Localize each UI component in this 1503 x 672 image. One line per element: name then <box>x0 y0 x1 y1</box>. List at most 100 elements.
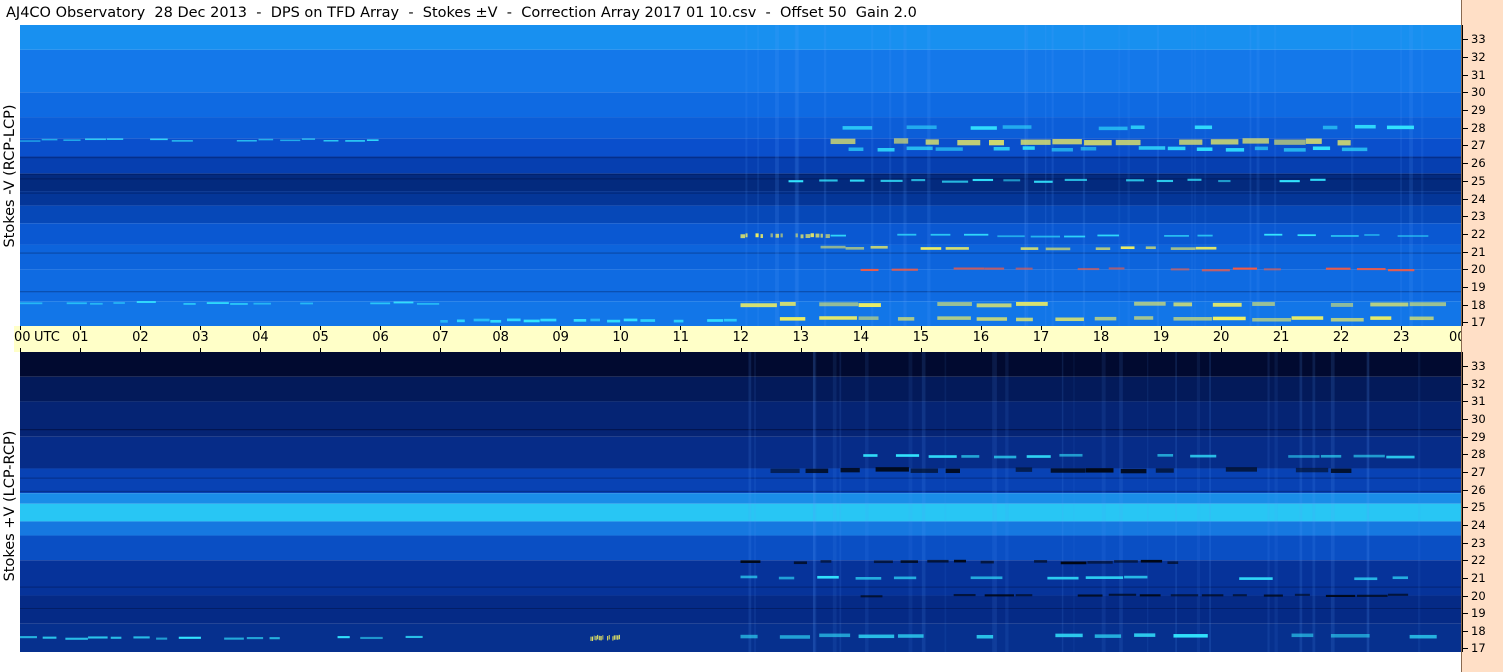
top-emission-12 <box>66 302 87 305</box>
top-emission-0 <box>906 125 937 129</box>
bottom-interference-line <box>20 586 1461 588</box>
top-emission-9 <box>540 318 557 322</box>
top-streak <box>1025 25 1029 326</box>
top-emission-8 <box>1330 302 1354 307</box>
bottom-freq-label: 18 <box>1471 623 1486 638</box>
top-emission-9 <box>707 319 724 322</box>
time-label: 22 <box>1332 330 1350 345</box>
time-label: 03 <box>192 330 209 345</box>
top-emission-1 <box>1305 138 1322 144</box>
time-tick <box>320 326 322 330</box>
top-streak <box>1194 25 1196 326</box>
top-emission-1 <box>1274 139 1306 145</box>
bottom-emission-5 <box>110 636 122 639</box>
top-freq-label: 31 <box>1471 67 1486 82</box>
top-emission-1 <box>1210 139 1239 145</box>
top-streak <box>745 25 748 326</box>
bottom-emission-5 <box>269 637 280 640</box>
top-emission-8 <box>1409 302 1447 307</box>
time-tick <box>80 326 82 330</box>
top-emission-5 <box>997 235 1025 238</box>
bottom-streak <box>1312 352 1316 652</box>
bottom-emission-3 <box>817 575 839 579</box>
time-label: 20 <box>1212 330 1230 345</box>
bottom-emission-3 <box>1047 576 1079 580</box>
bottom-emission-2 <box>953 559 966 563</box>
top-emission-10 <box>1094 316 1117 321</box>
top-emission-5 <box>1264 233 1283 236</box>
bottom-freq-label: 17 <box>1471 641 1486 656</box>
top-freq-label: 17 <box>1471 315 1486 330</box>
bottom-freq-label: 30 <box>1471 412 1486 427</box>
bottom-emission-5 <box>405 635 423 639</box>
bottom-band-1 <box>20 376 1461 402</box>
top-emission-3 <box>1064 178 1087 181</box>
top-emission-4 <box>755 233 759 238</box>
time-label: 10 <box>612 330 629 345</box>
bottom-emission-7 <box>600 635 602 641</box>
bottom-freq-tick <box>1463 630 1468 632</box>
bottom-emission-2 <box>1087 561 1113 564</box>
time-tick <box>620 326 622 330</box>
top-emission-3 <box>1034 180 1053 183</box>
top-emission-11 <box>63 139 81 141</box>
bottom-spectrogram-svg <box>20 352 1461 652</box>
bottom-emission-1 <box>910 468 939 473</box>
top-emission-2 <box>1051 147 1073 152</box>
top-emission-7 <box>1170 268 1190 271</box>
top-streak <box>1400 25 1403 326</box>
top-emission-2 <box>1022 146 1035 150</box>
bottom-emission-1 <box>1050 468 1086 473</box>
top-emission-4 <box>805 234 811 238</box>
bottom-emission-7 <box>607 636 609 641</box>
top-emission-2 <box>848 147 864 152</box>
bottom-freq-tick <box>1463 366 1468 368</box>
top-emission-5 <box>1364 234 1380 236</box>
top-emission-6 <box>945 247 969 250</box>
top-emission-3 <box>1156 179 1174 183</box>
bottom-spectrogram <box>20 352 1461 652</box>
bottom-freq-label: 33 <box>1471 359 1486 374</box>
time-tick <box>260 326 262 330</box>
top-streak <box>903 25 908 326</box>
bottom-emission-3 <box>1392 576 1409 580</box>
top-emission-8 <box>1252 302 1275 306</box>
bottom-emission-2 <box>820 560 832 563</box>
bottom-emission-5 <box>360 636 383 640</box>
time-label: 18 <box>1092 330 1110 345</box>
bottom-emission-5 <box>20 636 37 639</box>
bottom-interference-line <box>20 429 1461 431</box>
bottom-emission-4 <box>1263 594 1283 597</box>
bottom-emission-6 <box>897 634 924 638</box>
time-tick <box>1160 326 1162 330</box>
top-streak <box>1409 25 1413 326</box>
bottom-emission-1 <box>945 468 960 474</box>
bottom-freq-label: 20 <box>1471 588 1486 603</box>
bottom-freq-label: 26 <box>1471 482 1486 497</box>
top-emission-10 <box>1173 317 1212 321</box>
bottom-emission-2 <box>740 560 761 563</box>
top-emission-9 <box>640 319 656 322</box>
top-streak <box>1421 25 1424 326</box>
top-emission-2 <box>1341 147 1368 152</box>
top-emission-2 <box>1312 146 1331 151</box>
top-emission-5 <box>963 233 989 236</box>
bottom-freq-label: 29 <box>1471 429 1486 444</box>
top-emission-10 <box>1212 316 1246 321</box>
bottom-streak <box>1367 352 1369 652</box>
bottom-emission-4 <box>1325 594 1356 597</box>
top-emission-2 <box>1167 146 1186 151</box>
top-emission-10 <box>1370 316 1392 320</box>
top-emission-0 <box>1322 125 1338 130</box>
time-label: 06 <box>372 330 389 345</box>
bottom-emission-2 <box>873 560 893 564</box>
bottom-emission-0 <box>994 455 1017 459</box>
top-emission-7 <box>860 268 879 272</box>
top-emission-10 <box>1252 317 1292 322</box>
top-emission-7 <box>1015 267 1033 270</box>
top-emission-10 <box>1016 317 1033 322</box>
top-streak <box>823 25 827 326</box>
bottom-streak <box>1005 352 1009 652</box>
top-emission-10 <box>1055 317 1084 322</box>
bottom-emission-3 <box>1085 576 1124 579</box>
